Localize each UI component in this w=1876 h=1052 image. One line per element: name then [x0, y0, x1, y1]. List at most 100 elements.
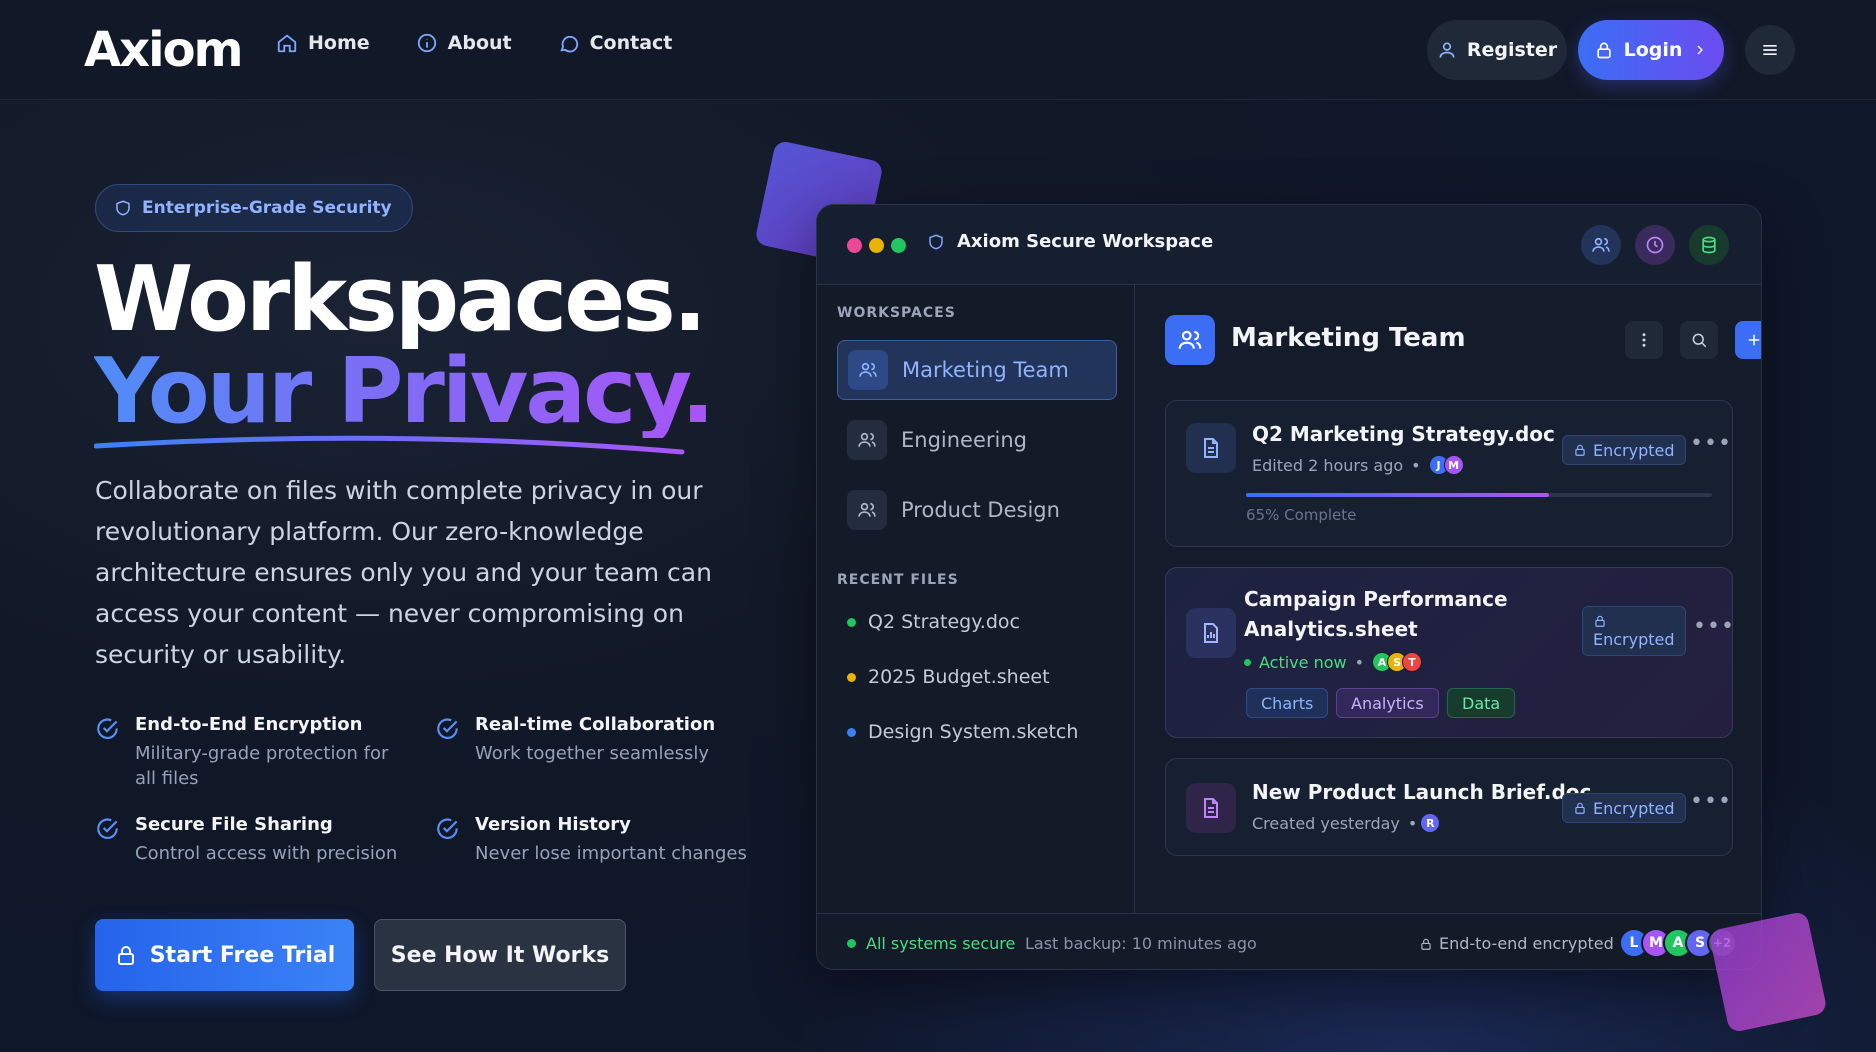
recent-file-name: Design System.sketch [868, 721, 1079, 743]
tag-chip[interactable]: Data [1447, 688, 1516, 718]
feature-title: End-to-End Encryption [135, 714, 363, 735]
recent-file-item[interactable]: Q2 Strategy.doc [847, 611, 1020, 633]
check-circle-icon [97, 818, 118, 840]
search-button[interactable] [1680, 321, 1718, 359]
start-trial-button[interactable]: Start Free Trial [95, 919, 354, 991]
nav-link-contact[interactable]: Contact [558, 32, 673, 54]
register-button[interactable]: Register [1427, 20, 1567, 80]
encrypted-badge: Encrypted [1582, 606, 1686, 656]
decorative-square [1708, 910, 1828, 1034]
register-label: Register [1466, 39, 1558, 61]
storage-button[interactable] [1689, 225, 1729, 265]
panel-header: Axiom Secure Workspace [817, 205, 1761, 285]
nav-link-label: Home [308, 32, 370, 54]
database-icon [1702, 236, 1716, 254]
kebab-icon [1642, 333, 1646, 347]
collaborator-avatars: A S T [1372, 652, 1423, 672]
workspace-label: Marketing Team [902, 358, 1069, 382]
history-button[interactable] [1635, 225, 1675, 265]
file-meta: Created yesterday • R [1252, 813, 1441, 833]
file-name-line2: Analytics.sheet [1244, 617, 1418, 641]
status-dot [847, 617, 856, 627]
shield-icon [116, 200, 130, 216]
feature-desc: Work together seamlessly [475, 743, 710, 764]
avatar: M [1443, 455, 1464, 475]
workspace-label: Engineering [901, 428, 1027, 452]
document-icon [1204, 438, 1218, 458]
window-dot-yellow [869, 238, 884, 253]
menu-button[interactable] [1745, 25, 1795, 75]
hamburger-icon [1763, 45, 1777, 55]
sidebar-item-product-design[interactable]: Product Design [837, 480, 1117, 540]
feature-item: Real-time Collaboration Work together se… [435, 712, 755, 766]
sidebar-item-marketing-team[interactable]: Marketing Team [837, 340, 1117, 400]
meta-separator: • [1354, 652, 1365, 672]
sidebar-item-engineering[interactable]: Engineering [837, 410, 1117, 470]
feature-item: Secure File Sharing Control access with … [95, 812, 415, 866]
workspace-preview-panel: Axiom Secure Workspace WORKSPACES Market… [816, 204, 1762, 970]
more-icon[interactable]: ••• [1690, 431, 1732, 456]
status-dot [847, 672, 856, 682]
clock-icon [1646, 236, 1664, 254]
lock-icon [1595, 615, 1605, 627]
logo[interactable]: Axiom [84, 22, 244, 78]
team-button[interactable] [1581, 225, 1621, 265]
tag-chip[interactable]: Charts [1246, 688, 1329, 718]
feature-desc: Control access with precision [135, 843, 398, 864]
more-options-button[interactable] [1625, 321, 1663, 359]
file-card[interactable]: Q2 Marketing Strategy.doc Edited 2 hours… [1165, 400, 1733, 547]
encrypted-label: Encrypted [1593, 629, 1675, 649]
start-trial-label: Start Free Trial [149, 942, 336, 968]
backup-status: Last backup: 10 minutes ago [1025, 934, 1257, 953]
feature-title: Secure File Sharing [135, 814, 333, 835]
recent-file-item[interactable]: 2025 Budget.sheet [847, 666, 1050, 688]
check-circle-icon [437, 718, 458, 740]
file-meta-text: Edited 2 hours ago [1252, 455, 1404, 475]
feature-desc: Military-grade protection for all files [135, 743, 389, 789]
workspace-label: Product Design [901, 498, 1060, 522]
document-icon-tile [1186, 783, 1236, 833]
login-button[interactable]: Login [1578, 20, 1724, 80]
workspaces-heading: WORKSPACES [837, 305, 956, 321]
lock-icon [1575, 802, 1585, 814]
sheet-icon-tile [1186, 608, 1236, 658]
status-dot [847, 939, 856, 948]
avatar: R [1420, 813, 1441, 833]
file-name: New Product Launch Brief.doc [1252, 780, 1592, 804]
more-icon[interactable]: ••• [1690, 789, 1732, 814]
recent-file-item[interactable]: Design System.sketch [847, 721, 1078, 743]
window-dot-green [891, 238, 906, 253]
lock-icon [1421, 938, 1431, 950]
shield-icon [929, 233, 943, 250]
tag-chip[interactable]: Analytics [1336, 688, 1439, 718]
file-card[interactable]: Campaign Performance Analytics.sheet Act… [1165, 567, 1735, 738]
search-icon [1692, 333, 1707, 348]
file-name: Campaign Performance Analytics.sheet [1244, 584, 1508, 644]
recent-file-name: 2025 Budget.sheet [868, 666, 1050, 688]
chat-icon [559, 35, 578, 53]
nav-link-label: Contact [589, 32, 673, 54]
nav-link-home[interactable]: Home [276, 32, 370, 54]
encrypted-label: Encrypted [1593, 440, 1675, 460]
see-how-button[interactable]: See How It Works [374, 919, 626, 991]
lock-icon [1575, 444, 1585, 456]
nav-link-about[interactable]: About [416, 32, 512, 54]
add-file-button[interactable] [1735, 321, 1761, 359]
users-icon [859, 362, 877, 377]
team-icon-tile [1165, 315, 1215, 365]
active-dot [1244, 658, 1251, 666]
workspace-icon [847, 490, 887, 530]
avatar: T [1402, 652, 1423, 672]
encryption-status: End-to-end encrypted [1419, 934, 1614, 953]
file-card[interactable]: New Product Launch Brief.doc Created yes… [1165, 758, 1733, 856]
workspace-sidebar: WORKSPACES Marketing Team Engineering Pr… [817, 285, 1135, 913]
encrypted-label: Encrypted [1593, 798, 1675, 818]
more-icon[interactable]: ••• [1693, 614, 1735, 639]
lock-icon [117, 946, 134, 965]
top-navbar: Axiom Home About Contact Register Login [0, 0, 1876, 100]
security-badge: Enterprise-Grade Security [95, 184, 413, 232]
file-name-line1: Campaign Performance [1244, 587, 1508, 611]
system-status: All systems secure [847, 934, 1015, 953]
lock-icon [1596, 42, 1611, 59]
title-underline [94, 435, 685, 455]
